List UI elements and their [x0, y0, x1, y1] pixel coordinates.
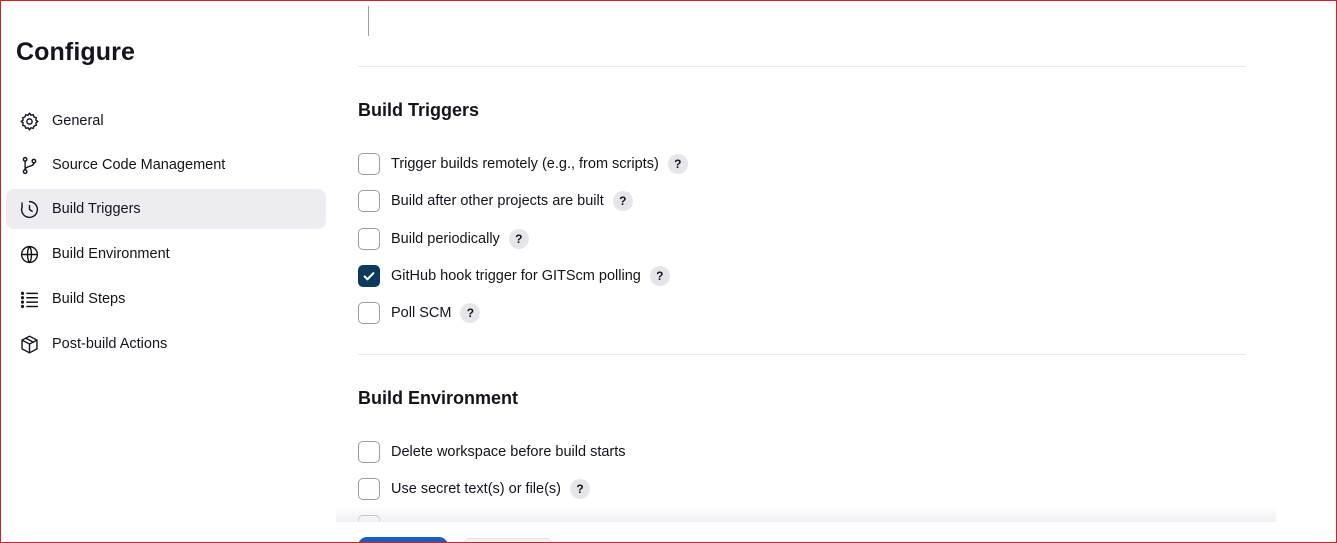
- option-label[interactable]: Poll SCM: [391, 305, 451, 321]
- help-button[interactable]: ?: [460, 303, 481, 323]
- option-label[interactable]: Trigger builds remotely (e.g., from scri…: [391, 156, 659, 172]
- option-label[interactable]: GitHub hook trigger for GITScm polling: [391, 268, 641, 284]
- help-button[interactable]: ?: [649, 266, 670, 286]
- help-button[interactable]: ?: [508, 229, 529, 249]
- section-divider: [358, 354, 1246, 355]
- sidebar-item-build-steps[interactable]: Build Steps: [6, 279, 326, 319]
- sidebar-item-label: Build Steps: [52, 291, 126, 307]
- list-icon: [18, 288, 40, 310]
- option-build-after-other-projects: Build after other projects are built ?: [358, 189, 633, 213]
- section-title-build-environment: Build Environment: [358, 388, 519, 408]
- section-divider: [358, 66, 1246, 67]
- sidebar-item-label: Post-build Actions: [52, 336, 168, 352]
- bottom-action-bar: [0, 522, 1337, 543]
- apply-button[interactable]: [462, 538, 554, 543]
- sidebar-item-label: Build Environment: [52, 246, 170, 262]
- clock-icon: [18, 198, 40, 220]
- help-button[interactable]: ?: [667, 154, 688, 174]
- option-trigger-remotely: Trigger builds remotely (e.g., from scri…: [358, 152, 688, 176]
- textarea-edge[interactable]: [368, 6, 369, 36]
- checkbox-checked[interactable]: [358, 265, 380, 287]
- checkbox[interactable]: [358, 190, 380, 212]
- sidebar: Configure General Source Code Management…: [0, 0, 340, 543]
- globe-icon: [18, 243, 40, 265]
- branch-icon: [18, 154, 40, 176]
- checkbox[interactable]: [358, 441, 380, 463]
- option-use-secret-text: Use secret text(s) or file(s) ?: [358, 477, 590, 501]
- sidebar-item-build-environment[interactable]: Build Environment: [6, 234, 326, 274]
- checkmark-icon: [363, 272, 375, 281]
- sidebar-item-build-triggers[interactable]: Build Triggers: [6, 189, 326, 229]
- sidebar-item-label: Source Code Management: [52, 157, 226, 173]
- page-title: Configure: [16, 38, 135, 66]
- sidebar-item-label: General: [52, 113, 104, 129]
- package-icon: [18, 333, 40, 355]
- option-label[interactable]: Build periodically: [391, 231, 500, 247]
- section-title-build-triggers: Build Triggers: [358, 100, 480, 120]
- checkbox[interactable]: [358, 478, 380, 500]
- sidebar-item-source-code-management[interactable]: Source Code Management: [6, 145, 326, 185]
- help-button[interactable]: ?: [570, 479, 590, 499]
- sidebar-item-post-build-actions[interactable]: Post-build Actions: [6, 324, 326, 364]
- sidebar-item-label: Build Triggers: [52, 201, 141, 217]
- option-delete-workspace: Delete workspace before build starts: [358, 440, 635, 464]
- main-content: Build Triggers Trigger builds remotely (…: [358, 0, 1246, 543]
- checkbox[interactable]: [358, 228, 380, 250]
- checkbox[interactable]: [358, 153, 380, 175]
- option-label[interactable]: Build after other projects are built: [391, 193, 604, 209]
- gear-icon: [18, 110, 40, 132]
- option-poll-scm: Poll SCM ?: [358, 301, 481, 325]
- option-label[interactable]: Use secret text(s) or file(s): [391, 481, 561, 497]
- sidebar-item-general[interactable]: General: [6, 101, 326, 141]
- help-button[interactable]: ?: [612, 191, 633, 211]
- option-label[interactable]: Delete workspace before build starts: [391, 444, 626, 460]
- save-button[interactable]: [358, 537, 448, 543]
- option-build-periodically: Build periodically ?: [358, 227, 529, 251]
- checkbox[interactable]: [358, 302, 380, 324]
- option-github-hook-trigger: GitHub hook trigger for GITScm polling ?: [358, 264, 670, 288]
